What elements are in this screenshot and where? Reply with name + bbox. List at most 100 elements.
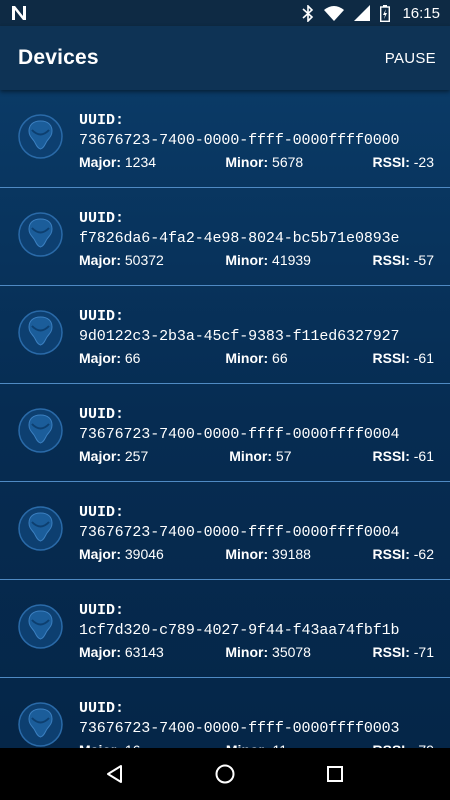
major-stat: Major: 257 <box>79 447 148 465</box>
device-info: UUID: 73676723-7400-0000-ffff-0000ffff00… <box>79 504 434 563</box>
device-stats: Major: 1234 Minor: 5678 RSSI: -23 <box>79 153 434 171</box>
rssi-label: RSSI: <box>372 448 410 464</box>
uuid-value: f7826da6-4fa2-4e98-8024-bc5b71e0893e <box>79 230 400 247</box>
device-row[interactable]: UUID: 9d0122c3-2b3a-45cf-9383-f11ed63279… <box>0 286 450 384</box>
rssi-value: -61 <box>413 350 434 366</box>
minor-value: 41939 <box>272 252 311 268</box>
major-label: Major: <box>79 252 121 268</box>
device-row[interactable]: UUID: 73676723-7400-0000-ffff-0000ffff00… <box>0 678 450 748</box>
rssi-value: -71 <box>413 644 434 660</box>
uuid-value: 73676723-7400-0000-ffff-0000ffff0000 <box>79 132 400 149</box>
minor-stat: Minor: 11 <box>226 741 287 748</box>
recents-button[interactable] <box>315 754 355 794</box>
beacon-icon <box>18 506 63 551</box>
device-info: UUID: 73676723-7400-0000-ffff-0000ffff00… <box>79 700 434 748</box>
rssi-stat: RSSI: -79 <box>373 741 434 748</box>
rssi-value: -23 <box>413 154 434 170</box>
minor-label: Minor: <box>225 546 269 562</box>
minor-stat: Minor: 39188 <box>225 545 311 563</box>
major-value: 63143 <box>124 644 164 660</box>
device-info: UUID: 9d0122c3-2b3a-45cf-9383-f11ed63279… <box>79 308 434 367</box>
cellular-signal-icon <box>354 5 371 21</box>
back-button[interactable] <box>95 754 135 794</box>
minor-label: Minor: <box>225 154 269 170</box>
home-icon <box>215 764 235 784</box>
device-info: UUID: 1cf7d320-c789-4027-9f44-f43aa74fbf… <box>79 602 434 661</box>
rssi-label: RSSI: <box>372 546 410 562</box>
major-stat: Major: 66 <box>79 349 140 367</box>
minor-stat: Minor: 57 <box>229 447 291 465</box>
minor-label: Minor: <box>225 644 269 660</box>
major-label: Major: <box>79 546 121 562</box>
device-list[interactable]: UUID: 73676723-7400-0000-ffff-0000ffff00… <box>0 90 450 748</box>
major-stat: Major: 16 <box>79 741 140 748</box>
beacon-icon <box>18 702 63 747</box>
uuid-value: 9d0122c3-2b3a-45cf-9383-f11ed6327927 <box>79 328 400 345</box>
major-label: Major: <box>79 448 121 464</box>
minor-value: 35078 <box>272 644 311 660</box>
minor-stat: Minor: 41939 <box>225 251 311 269</box>
app-bar: Devices PAUSE <box>0 26 450 90</box>
beacon-icon <box>18 310 63 355</box>
rssi-stat: RSSI: -61 <box>373 349 434 367</box>
major-value: 50372 <box>124 252 164 268</box>
device-info: UUID: f7826da6-4fa2-4e98-8024-bc5b71e089… <box>79 210 434 269</box>
major-label: Major: <box>79 350 121 366</box>
rssi-label: RSSI: <box>372 154 410 170</box>
minor-label: Minor: <box>225 350 269 366</box>
major-stat: Major: 63143 <box>79 643 164 661</box>
uuid-value: 1cf7d320-c789-4027-9f44-f43aa74fbf1b <box>79 622 400 639</box>
device-row[interactable]: UUID: 73676723-7400-0000-ffff-0000ffff00… <box>0 482 450 580</box>
page-title: Devices <box>18 46 99 69</box>
battery-icon <box>380 4 391 22</box>
rssi-value: -62 <box>413 546 434 562</box>
navigation-bar <box>0 748 450 800</box>
device-stats: Major: 16 Minor: 11 RSSI: -79 <box>79 741 434 748</box>
major-value: 39046 <box>124 546 164 562</box>
minor-label: Minor: <box>225 252 269 268</box>
uuid-value: 73676723-7400-0000-ffff-0000ffff0003 <box>79 720 400 737</box>
device-info: UUID: 73676723-7400-0000-ffff-0000ffff00… <box>79 406 434 465</box>
device-stats: Major: 63143 Minor: 35078 RSSI: -71 <box>79 643 434 661</box>
device-info: UUID: 73676723-7400-0000-ffff-0000ffff00… <box>79 112 434 171</box>
device-row[interactable]: UUID: f7826da6-4fa2-4e98-8024-bc5b71e089… <box>0 188 450 286</box>
uuid-label: UUID: <box>79 504 125 521</box>
device-row[interactable]: UUID: 1cf7d320-c789-4027-9f44-f43aa74fbf… <box>0 580 450 678</box>
rssi-stat: RSSI: -61 <box>373 447 434 465</box>
uuid-value: 73676723-7400-0000-ffff-0000ffff0004 <box>79 426 400 443</box>
beacon-icon <box>18 604 63 649</box>
major-value: 257 <box>124 448 149 464</box>
major-stat: Major: 39046 <box>79 545 164 563</box>
minor-label: Minor: <box>229 448 273 464</box>
rssi-label: RSSI: <box>372 644 410 660</box>
beacon-icon <box>18 212 63 257</box>
back-icon <box>107 765 122 783</box>
bluetooth-icon <box>302 4 314 22</box>
device-stats: Major: 39046 Minor: 39188 RSSI: -62 <box>79 545 434 563</box>
minor-value: 5678 <box>272 154 304 170</box>
major-stat: Major: 1234 <box>79 153 156 171</box>
major-stat: Major: 50372 <box>79 251 164 269</box>
n-notification-icon <box>10 5 28 21</box>
status-bar: 16:15 <box>0 0 450 26</box>
uuid-label: UUID: <box>79 406 125 423</box>
minor-value: 66 <box>272 350 288 366</box>
rssi-stat: RSSI: -62 <box>373 545 434 563</box>
pause-button[interactable]: PAUSE <box>385 50 436 67</box>
major-value: 1234 <box>124 154 157 170</box>
device-row[interactable]: UUID: 73676723-7400-0000-ffff-0000ffff00… <box>0 90 450 188</box>
rssi-stat: RSSI: -57 <box>373 251 434 269</box>
home-button[interactable] <box>205 754 245 794</box>
device-row[interactable]: UUID: 73676723-7400-0000-ffff-0000ffff00… <box>0 384 450 482</box>
uuid-label: UUID: <box>79 308 125 325</box>
rssi-value: -61 <box>413 448 434 464</box>
recents-icon <box>327 766 343 782</box>
rssi-stat: RSSI: -23 <box>373 153 434 171</box>
uuid-value: 73676723-7400-0000-ffff-0000ffff0004 <box>79 524 400 541</box>
minor-value: 57 <box>275 448 292 464</box>
minor-stat: Minor: 5678 <box>225 153 303 171</box>
major-label: Major: <box>79 154 121 170</box>
uuid-label: UUID: <box>79 210 125 227</box>
wifi-icon <box>324 5 345 21</box>
status-time: 16:15 <box>402 4 440 22</box>
